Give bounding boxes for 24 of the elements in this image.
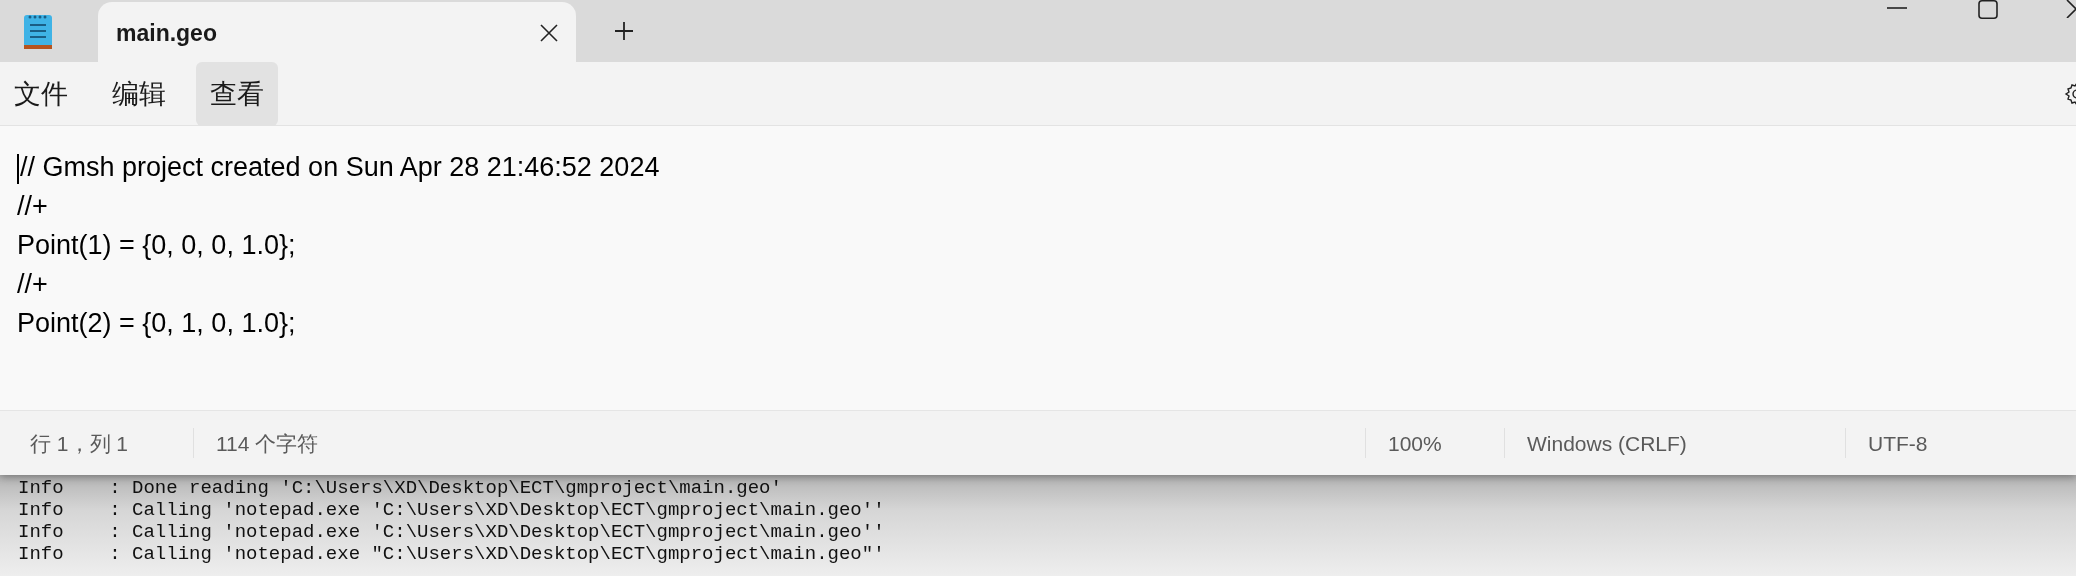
log-line: Info : Calling 'notepad.exe "C:\Users\XD\Desktop\ECT\gmproject\main.geo"'	[18, 543, 885, 565]
minimize-icon[interactable]	[1886, 6, 1908, 10]
menu-item[interactable]: 查看	[196, 61, 278, 126]
status-text: Windows (CRLF)	[1527, 431, 1687, 455]
status-text: 100%	[1388, 431, 1442, 455]
new-tab-icon[interactable]	[612, 19, 636, 43]
status-text: 行 1，列 1	[30, 431, 129, 455]
log-line: Info : Calling 'notepad.exe 'C:\Users\XD\Desktop\ECT\gmproject\main.geo''	[18, 499, 885, 521]
code-line: //+	[17, 269, 48, 299]
file-tab[interactable]: main.geo	[98, 2, 576, 64]
log-line: Info : Done reading 'C:\Users\XD\Desktop\ECT\gmproject\main.geo'	[18, 477, 782, 499]
close-icon[interactable]	[2066, 0, 2076, 18]
maximize-icon[interactable]	[1978, 0, 1998, 19]
status-text: UTF-8	[1868, 431, 1928, 455]
menu-item[interactable]: 编辑	[98, 61, 180, 126]
close-icon[interactable]	[538, 22, 560, 44]
text-cursor	[17, 153, 19, 184]
code-line: Point(1) = {0, 0, 0, 1.0};	[17, 230, 296, 260]
code-line: // Gmsh project created on Sun Apr 28 21:46:52 2024	[20, 152, 660, 182]
code-line: //+	[17, 191, 48, 221]
status-text: 114 个字符	[216, 431, 319, 455]
log-line: Info : Calling 'notepad.exe 'C:\Users\XD\Desktop\ECT\gmproject\main.geo''	[18, 521, 885, 543]
menu-item[interactable]: 文件	[0, 61, 82, 126]
code-line: Point(2) = {0, 1, 0, 1.0};	[17, 308, 296, 338]
